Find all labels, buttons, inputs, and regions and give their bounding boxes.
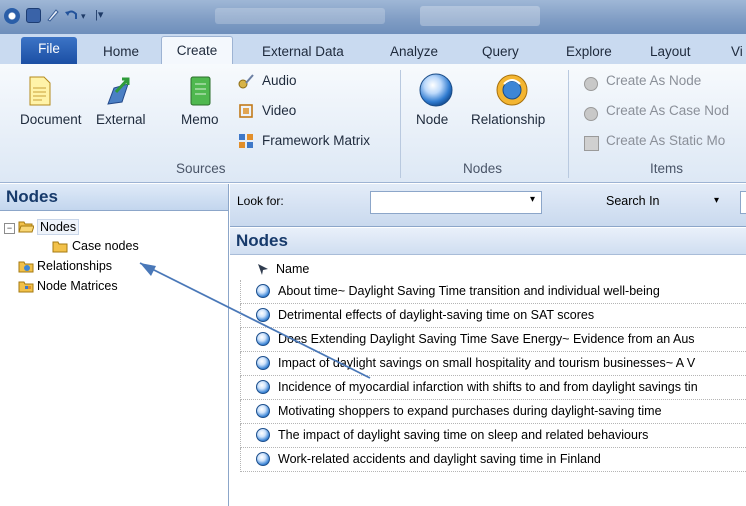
arrow-line	[139, 262, 371, 379]
annotation-arrow	[139, 262, 371, 379]
arrow-head	[140, 263, 156, 276]
